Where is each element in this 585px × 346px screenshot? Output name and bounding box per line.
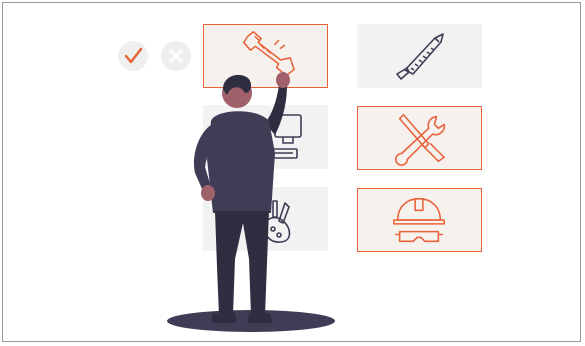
hard-hat-goggles-icon bbox=[393, 197, 445, 243]
check-icon bbox=[124, 47, 143, 64]
tile-saw[interactable] bbox=[357, 24, 482, 88]
saw-icon bbox=[396, 33, 444, 80]
tile-wrench-screwdriver[interactable] bbox=[357, 106, 482, 170]
wrench-screwdriver-icon bbox=[395, 113, 446, 166]
illustration-frame bbox=[2, 2, 581, 342]
person-illustration bbox=[167, 72, 335, 332]
tile-hard-hat-goggles[interactable] bbox=[357, 188, 482, 252]
check-mark[interactable] bbox=[118, 41, 148, 71]
